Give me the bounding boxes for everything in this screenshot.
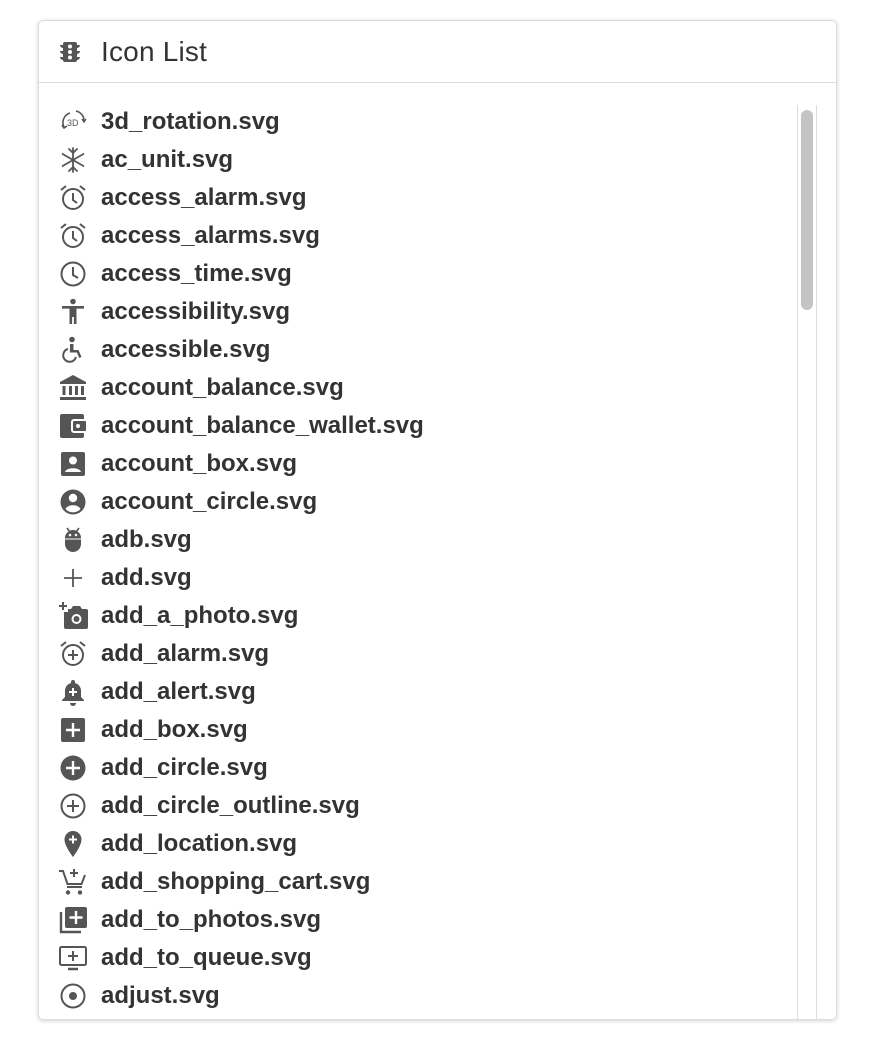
list-item[interactable]: access_alarms.svg bbox=[58, 217, 798, 255]
add-to-photos-icon bbox=[58, 905, 88, 935]
list-item[interactable]: access_alarm.svg bbox=[58, 179, 798, 217]
list-item-label: add_shopping_cart.svg bbox=[101, 868, 371, 895]
list-item-label: access_alarms.svg bbox=[101, 222, 320, 249]
list-item-label: add_a_photo.svg bbox=[101, 602, 299, 629]
wheelchair-icon bbox=[58, 335, 88, 365]
list-item[interactable]: add_location.svg bbox=[58, 825, 798, 863]
add-location-pin-icon bbox=[58, 829, 88, 859]
traffic-light-icon bbox=[58, 40, 82, 64]
list-item-label: 3d_rotation.svg bbox=[101, 108, 280, 135]
list-item[interactable]: 3D 3d_rotation.svg bbox=[58, 103, 798, 141]
adjust-icon bbox=[58, 981, 88, 1011]
list-item-label: add_box.svg bbox=[101, 716, 248, 743]
list-item[interactable]: adjust.svg bbox=[58, 977, 798, 1015]
list-item[interactable]: add_circle_outline.svg bbox=[58, 787, 798, 825]
list-item-label: accessible.svg bbox=[101, 336, 271, 363]
list-item[interactable]: add_alert.svg bbox=[58, 673, 798, 711]
list-item[interactable]: add_shopping_cart.svg bbox=[58, 863, 798, 901]
list-item-label: account_circle.svg bbox=[101, 488, 318, 515]
list-item-label: add_circle.svg bbox=[101, 754, 268, 781]
add-circle-outline-icon bbox=[58, 791, 88, 821]
alarm-clock-icon bbox=[58, 183, 88, 213]
panel-title: Icon List bbox=[101, 35, 208, 67]
list-item-label: add_alarm.svg bbox=[101, 640, 270, 667]
android-icon bbox=[58, 525, 88, 555]
list-item[interactable]: add_alarm.svg bbox=[58, 635, 798, 673]
list-item[interactable]: account_box.svg bbox=[58, 445, 798, 483]
icon-list: 3D 3d_rotation.svg ac_unit.svg access_al… bbox=[58, 103, 798, 1015]
account-box-icon bbox=[58, 449, 88, 479]
add-camera-icon bbox=[58, 601, 88, 631]
add-alert-bell-icon bbox=[58, 677, 88, 707]
list-item-label: add_to_photos.svg bbox=[101, 906, 322, 933]
list-item[interactable]: add_to_queue.svg bbox=[58, 939, 798, 977]
list-item[interactable]: add_circle.svg bbox=[58, 749, 798, 787]
list-item-label: account_box.svg bbox=[101, 450, 298, 477]
bank-icon bbox=[58, 373, 88, 403]
snowflake-icon bbox=[58, 145, 88, 175]
list-item[interactable]: ac_unit.svg bbox=[58, 141, 798, 179]
list-item[interactable]: account_balance_wallet.svg bbox=[58, 407, 798, 445]
list-item-label: ac_unit.svg bbox=[101, 146, 234, 173]
vertical-scrollbar[interactable] bbox=[797, 105, 817, 1019]
list-item-label: accessibility.svg bbox=[101, 298, 290, 325]
scrollbar-thumb[interactable] bbox=[801, 110, 813, 310]
list-item-label: adjust.svg bbox=[101, 982, 220, 1009]
account-circle-icon bbox=[58, 487, 88, 517]
list-item-label: add_alert.svg bbox=[101, 678, 256, 705]
accessibility-person-icon bbox=[58, 297, 88, 327]
list-item-label: add_to_queue.svg bbox=[101, 944, 312, 971]
list-item[interactable]: account_balance.svg bbox=[58, 369, 798, 407]
clock-icon bbox=[58, 259, 88, 289]
list-item[interactable]: add_a_photo.svg bbox=[58, 597, 798, 635]
add-circle-icon bbox=[58, 753, 88, 783]
3d-rotation-icon: 3D bbox=[58, 107, 88, 137]
add-to-queue-icon bbox=[58, 943, 88, 973]
list-item[interactable]: add_box.svg bbox=[58, 711, 798, 749]
list-item-label: account_balance.svg bbox=[101, 374, 344, 401]
list-item[interactable]: adb.svg bbox=[58, 521, 798, 559]
wallet-icon bbox=[58, 411, 88, 441]
plus-icon bbox=[58, 563, 88, 593]
add-cart-icon bbox=[58, 867, 88, 897]
list-item-label: account_balance_wallet.svg bbox=[101, 412, 424, 439]
list-item[interactable]: accessible.svg bbox=[58, 331, 798, 369]
list-item[interactable]: access_time.svg bbox=[58, 255, 798, 293]
list-item-label: add_location.svg bbox=[101, 830, 298, 857]
list-item-label: access_alarm.svg bbox=[101, 184, 307, 211]
svg-text:3D: 3D bbox=[67, 118, 79, 128]
list-item-label: add.svg bbox=[101, 564, 192, 591]
list-item[interactable]: add.svg bbox=[58, 559, 798, 597]
list-item-label: add_circle_outline.svg bbox=[101, 792, 360, 819]
panel-header: Icon List bbox=[39, 21, 836, 83]
list-item[interactable]: add_to_photos.svg bbox=[58, 901, 798, 939]
icon-list-scroll-area[interactable]: 3D 3d_rotation.svg ac_unit.svg access_al… bbox=[39, 83, 836, 1019]
list-item-label: adb.svg bbox=[101, 526, 192, 553]
add-box-icon bbox=[58, 715, 88, 745]
list-item[interactable]: accessibility.svg bbox=[58, 293, 798, 331]
alarm-clock-icon bbox=[58, 221, 88, 251]
list-item[interactable]: account_circle.svg bbox=[58, 483, 798, 521]
icon-list-panel: Icon List 3D 3d_rotation.svg ac_unit.svg… bbox=[38, 20, 837, 1020]
list-item-label: access_time.svg bbox=[101, 260, 292, 287]
add-alarm-icon bbox=[58, 639, 88, 669]
